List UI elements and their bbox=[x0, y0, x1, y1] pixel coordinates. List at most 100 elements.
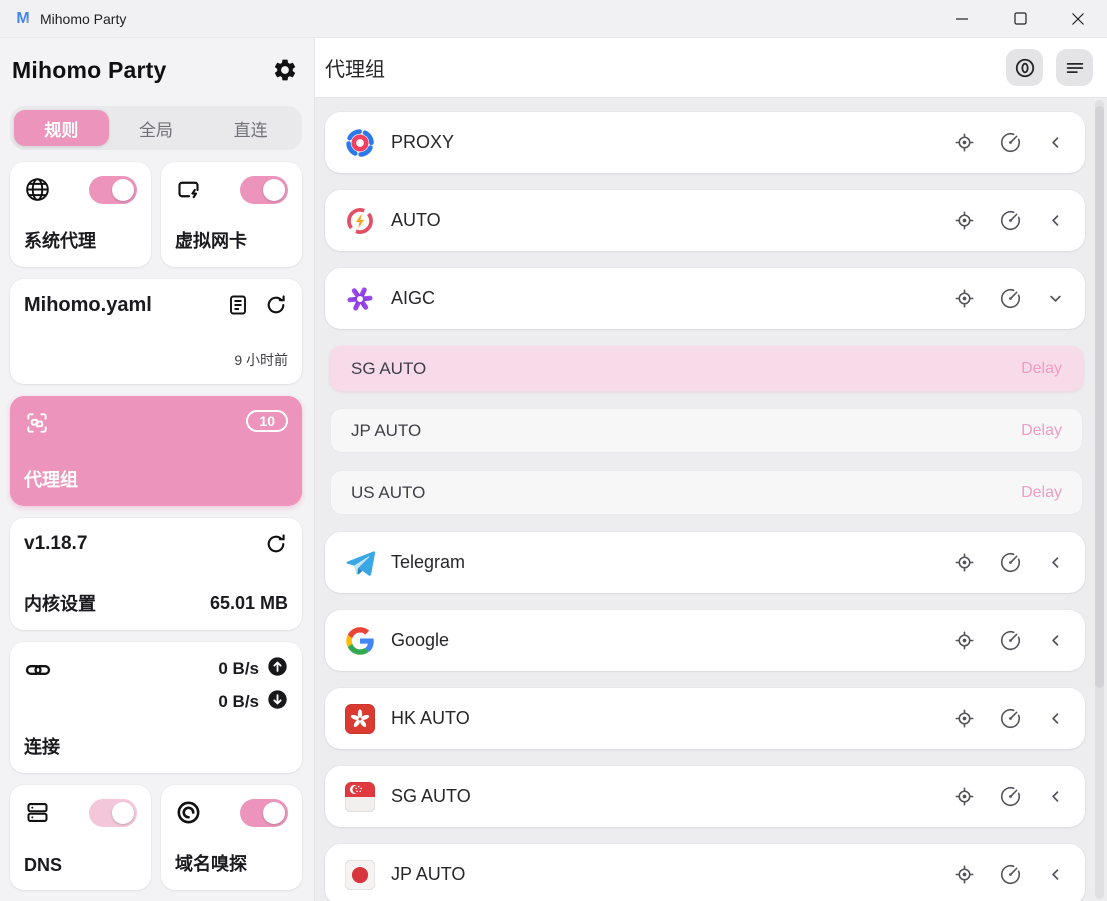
locate-current-node-icon[interactable] bbox=[954, 552, 975, 573]
minimize-button[interactable] bbox=[933, 0, 991, 38]
connections-card[interactable]: 0 B/s 0 B/s 连接 bbox=[10, 642, 302, 773]
tab-global[interactable]: 全局 bbox=[109, 110, 204, 146]
proxy-group-name: JP AUTO bbox=[391, 864, 465, 885]
core-version: v1.18.7 bbox=[24, 533, 87, 555]
tab-direct[interactable]: 直连 bbox=[203, 110, 298, 146]
row-actions bbox=[954, 552, 1065, 573]
delay-test-button[interactable]: Delay bbox=[1021, 360, 1062, 378]
main-panel: 代理组 PROXY bbox=[315, 38, 1107, 901]
row-actions bbox=[954, 210, 1065, 231]
proxy-group-scan-icon bbox=[24, 410, 50, 441]
proxy-node-row-selected[interactable]: SG AUTO Delay bbox=[330, 346, 1083, 391]
row-actions bbox=[954, 864, 1065, 885]
expand-chevron-icon[interactable] bbox=[1046, 787, 1065, 806]
proxy-group-row[interactable]: AUTO bbox=[325, 190, 1085, 251]
profile-card[interactable]: Mihomo.yaml 9 小 bbox=[10, 279, 302, 384]
google-icon bbox=[345, 626, 375, 656]
proxy-group-name: PROXY bbox=[391, 132, 454, 153]
speed-test-icon[interactable] bbox=[1000, 288, 1021, 309]
delay-test-button[interactable]: Delay bbox=[1021, 422, 1062, 440]
proxy-node-name: SG AUTO bbox=[351, 359, 426, 379]
download-arrow-icon bbox=[267, 689, 288, 715]
proxy-group-row[interactable]: Google bbox=[325, 610, 1085, 671]
expand-chevron-icon[interactable] bbox=[1046, 631, 1065, 650]
close-button[interactable] bbox=[1049, 0, 1107, 38]
locate-current-node-icon[interactable] bbox=[954, 132, 975, 153]
row-actions bbox=[954, 288, 1065, 309]
locate-current-node-icon[interactable] bbox=[954, 786, 975, 807]
speed-test-icon[interactable] bbox=[1000, 786, 1021, 807]
core-restart-icon[interactable] bbox=[264, 532, 288, 556]
outbound-mode-tabs: 规则 全局 直连 bbox=[10, 106, 302, 150]
profile-name: Mihomo.yaml bbox=[24, 294, 152, 317]
expand-chevron-icon[interactable] bbox=[1046, 865, 1065, 884]
speed-test-icon[interactable] bbox=[1000, 864, 1021, 885]
proxy-group-row[interactable]: JP AUTO bbox=[325, 844, 1085, 901]
upload-speed: 0 B/s bbox=[218, 659, 259, 679]
sidebar-item-proxy-groups[interactable]: 10 代理组 bbox=[10, 396, 302, 506]
sniff-icon bbox=[175, 799, 202, 831]
telegram-icon bbox=[345, 548, 375, 578]
tun-toggle[interactable] bbox=[240, 176, 288, 204]
window-controls bbox=[933, 0, 1107, 38]
sidebar: Mihomo Party 规则 全局 直连 bbox=[0, 38, 315, 901]
titlebar: M Mihomo Party bbox=[0, 0, 1107, 38]
speed-test-icon[interactable] bbox=[1000, 132, 1021, 153]
locate-current-node-icon[interactable] bbox=[954, 288, 975, 309]
speed-test-icon[interactable] bbox=[1000, 708, 1021, 729]
proxy-group-row[interactable]: HK AUTO bbox=[325, 688, 1085, 749]
delay-test-all-button[interactable] bbox=[1006, 49, 1043, 86]
proxy-group-name: AIGC bbox=[391, 288, 435, 309]
profile-updated-time: 9 小时前 bbox=[24, 350, 288, 370]
flag-sg-icon bbox=[345, 782, 375, 812]
proxy-group-row[interactable]: PROXY bbox=[325, 112, 1085, 173]
profile-refresh-icon[interactable] bbox=[264, 293, 288, 317]
locate-current-node-icon[interactable] bbox=[954, 630, 975, 651]
flag-jp-icon bbox=[345, 860, 375, 890]
proxy-group-name: SG AUTO bbox=[391, 786, 471, 807]
expand-chevron-icon[interactable] bbox=[1046, 709, 1065, 728]
system-proxy-toggle[interactable] bbox=[89, 176, 137, 204]
proxy-groups-label: 代理组 bbox=[24, 466, 288, 492]
collapse-chevron-icon[interactable] bbox=[1046, 289, 1065, 308]
scrollbar-thumb[interactable] bbox=[1095, 106, 1104, 688]
locate-current-node-icon[interactable] bbox=[954, 210, 975, 231]
sniff-toggle[interactable] bbox=[240, 799, 288, 827]
profile-document-icon[interactable] bbox=[226, 293, 250, 317]
proxy-node-name: JP AUTO bbox=[351, 421, 421, 441]
download-speed: 0 B/s bbox=[218, 692, 259, 712]
sniff-card[interactable]: 域名嗅探 bbox=[161, 785, 302, 890]
expand-chevron-icon[interactable] bbox=[1046, 553, 1065, 572]
tun-card[interactable]: 虚拟网卡 bbox=[161, 162, 302, 267]
virtual-nic-icon bbox=[175, 176, 202, 208]
locate-current-node-icon[interactable] bbox=[954, 708, 975, 729]
list-layout-button[interactable] bbox=[1056, 49, 1093, 86]
locate-current-node-icon[interactable] bbox=[954, 864, 975, 885]
proxy-group-name: HK AUTO bbox=[391, 708, 470, 729]
speed-test-icon[interactable] bbox=[1000, 630, 1021, 651]
system-proxy-card[interactable]: 系统代理 bbox=[10, 162, 151, 267]
expand-chevron-icon[interactable] bbox=[1046, 211, 1065, 230]
system-proxy-label: 系统代理 bbox=[24, 227, 137, 253]
proxy-node-row[interactable]: JP AUTO Delay bbox=[330, 408, 1083, 453]
speed-test-icon[interactable] bbox=[1000, 552, 1021, 573]
proxy-group-row[interactable]: Telegram bbox=[325, 532, 1085, 593]
proxy-node-row[interactable]: US AUTODelay bbox=[330, 470, 1083, 515]
dns-card[interactable]: DNS bbox=[10, 785, 151, 890]
delay-test-button[interactable]: Delay bbox=[1021, 484, 1062, 502]
core-settings-card[interactable]: v1.18.7 内核设置 65.01 MB bbox=[10, 518, 302, 630]
row-actions bbox=[954, 132, 1065, 153]
row-actions bbox=[954, 630, 1065, 651]
window-title: Mihomo Party bbox=[40, 11, 126, 27]
speed-test-icon[interactable] bbox=[1000, 210, 1021, 231]
proxy-icon bbox=[345, 128, 375, 158]
proxy-group-row[interactable]: AIGC bbox=[325, 268, 1085, 329]
row-actions bbox=[954, 708, 1065, 729]
expand-chevron-icon[interactable] bbox=[1046, 133, 1065, 152]
aigc-icon bbox=[345, 284, 375, 314]
maximize-button[interactable] bbox=[991, 0, 1049, 38]
dns-toggle[interactable] bbox=[89, 799, 137, 827]
settings-gear-icon[interactable] bbox=[272, 57, 298, 83]
tab-rule[interactable]: 规则 bbox=[14, 110, 109, 146]
proxy-group-row[interactable]: SG AUTO bbox=[325, 766, 1085, 827]
